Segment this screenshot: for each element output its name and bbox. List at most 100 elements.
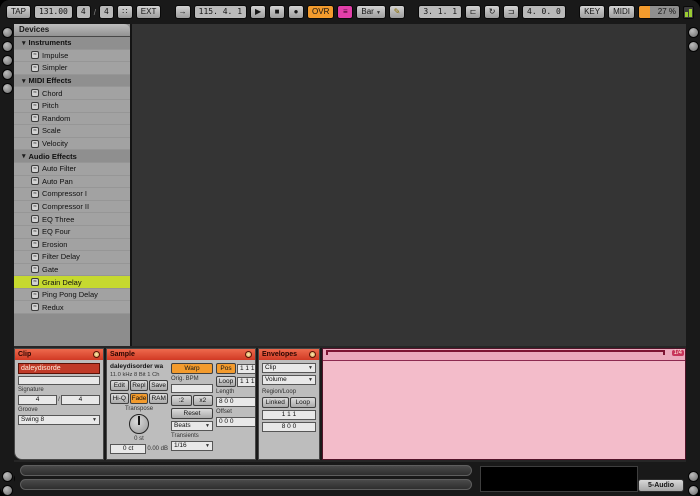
punch-in-button[interactable]: ⊏ [465,5,482,19]
loop-button[interactable]: Loop [216,376,236,387]
save-button[interactable]: Save [149,380,169,391]
warp-mode-select[interactable]: Beats ▼ [171,421,213,431]
time-sig-denominator[interactable]: 4 [98,5,114,19]
clip-sig-denominator[interactable]: 4 [60,395,101,405]
fold-panel-icon[interactable] [309,351,316,358]
double-bpm-button[interactable]: x2 [192,395,213,406]
fade-button[interactable]: Fade [129,393,149,404]
envelope-device-select[interactable]: Clip ▼ [262,363,316,373]
browser-item-simpler[interactable]: ≈ Simpler [14,62,130,75]
browser-files-3-button[interactable] [1,83,13,94]
browser-item-audio-effects[interactable]: ▾ Audio Effects [14,150,130,163]
browser-files-2-button[interactable] [1,69,13,80]
arrangement-position-display[interactable]: 115. 4. 1 [193,5,248,19]
envelope-loop-button[interactable]: Loop [289,397,316,408]
ext-sync-button[interactable]: EXT [135,5,162,19]
loop-switch-button[interactable]: ↻ [484,5,501,19]
clip-name-field[interactable]: daleydisorde [18,363,100,374]
browser-item-erosion[interactable]: ≈ Erosion [14,238,130,252]
info-view-button[interactable] [1,471,13,482]
groove-select[interactable]: Swing 8 ▼ [18,415,100,425]
waveform-display[interactable] [323,362,685,459]
quantization-menu[interactable]: Bar ▼ [356,5,386,19]
detail-view-button[interactable] [687,471,699,482]
browser-plugins-button[interactable] [1,41,13,52]
help-view-button[interactable] [1,485,13,496]
metronome-button[interactable]: ∷ [116,5,133,19]
browser-item-redux[interactable]: ≈ Redux [14,301,130,315]
sample-editor[interactable]: 1/4 [322,348,686,460]
browser-item-gate[interactable]: ≈ Gate [14,263,130,277]
loop-position-field[interactable]: 1 1 1 [237,363,255,374]
midi-map-button[interactable]: MIDI [608,5,635,19]
browser-item-filter-delay[interactable]: ≈ Filter Delay [14,251,130,264]
browser-header[interactable]: Devices [14,24,130,37]
browser-item-auto-filter[interactable]: ≈ Auto Filter [14,162,130,176]
record-button[interactable]: ● [288,5,305,19]
stop-button[interactable]: ■ [269,5,286,19]
loop-brace[interactable] [326,350,665,355]
browser-files-1-button[interactable] [1,55,13,66]
browser-item-instruments[interactable]: ▾ Instruments [14,37,130,50]
length-field[interactable]: 8 0 0 [216,397,255,407]
tempo-display[interactable]: 131.00 [33,5,73,19]
browser-item-midi-effects[interactable]: ▾ MIDI Effects [14,74,130,88]
hiq-button[interactable]: Hi-Q [110,393,129,404]
browser-item-grain-delay[interactable]: ≈ Grain Delay [14,276,130,289]
hide-detail-button[interactable] [687,485,699,496]
detail-view-tab[interactable]: 5-Audio [638,479,684,492]
browser-item-velocity[interactable]: ≈ Velocity [14,137,130,151]
nudge-forward-icon[interactable]: → [174,5,191,19]
browser-item-scale[interactable]: ≈ Scale [14,125,130,138]
tap-tempo-button[interactable]: TAP [6,5,31,19]
fold-panel-icon[interactable] [93,351,100,358]
browser-item-label: Scale [42,126,61,136]
arrangement-view-button[interactable] [687,41,699,52]
punch-out-button[interactable]: ⊐ [503,5,520,19]
key-map-button[interactable]: KEY [579,5,606,19]
browser-item-pitch[interactable]: ≈ Pitch [14,99,130,113]
loop-length-display[interactable]: 4. 0. 0 [522,5,566,19]
transpose-knob[interactable] [129,414,149,434]
beat-time-ruler[interactable]: 1/4 [323,349,685,361]
ram-button[interactable]: RAM [149,393,169,404]
browser-item-eq-four[interactable]: ≈ EQ Four [14,225,130,239]
transients-select[interactable]: 1/16 ▼ [171,441,213,451]
warp-button[interactable]: Warp [171,363,213,374]
browser-item-ping-pong-delay[interactable]: ≈ Ping Pong Delay [14,288,130,302]
detune-field[interactable]: 0 ct [110,444,147,454]
overdub-button[interactable]: OVR [307,5,335,19]
browser-item-compressor-ii[interactable]: ≈ Compressor II [14,200,130,214]
fold-panel-icon[interactable] [245,351,252,358]
play-button[interactable]: ▶ [250,5,267,19]
clip-sig-numerator[interactable]: 4 [18,395,58,405]
replace-button[interactable]: Repl [129,380,149,391]
loop-position-button[interactable]: Pos [216,363,236,374]
browser-item-impulse[interactable]: ≈ Impulse [14,49,130,63]
envelope-control-select[interactable]: Volume ▼ [262,375,316,385]
offset-field[interactable]: 0 0 0 [216,417,255,427]
back-to-arrangement-button[interactable]: ≡ [337,5,354,19]
draw-mode-button[interactable]: ✎ [389,5,405,19]
envelope-length-field[interactable]: 8 0 0 [262,422,316,432]
browser-item-eq-three[interactable]: ≈ EQ Three [14,213,130,226]
reset-button[interactable]: Reset [171,408,213,419]
orig-bpm-field[interactable] [171,384,213,393]
halve-bpm-button[interactable]: :2 [171,395,192,406]
envelope-start-field[interactable]: 1 1 1 [262,410,316,420]
browser-item-chord[interactable]: ≈ Chord [14,87,130,100]
loop-start-display[interactable]: 3. 1. 1 [418,5,463,19]
clip-overview[interactable] [480,466,638,492]
browser-item-random[interactable]: ≈ Random [14,112,130,126]
edit-button[interactable]: Edit [110,380,129,391]
loop-start-field[interactable]: 1 1 1 [237,376,255,387]
cpu-meter: 27 % [638,5,680,19]
time-sig-numerator[interactable]: 4 [75,5,91,19]
device-icon: ≈ [31,114,39,123]
linked-button[interactable]: Linked [262,397,289,408]
browser-devices-button[interactable] [1,27,13,38]
session-view-button[interactable] [687,27,699,38]
browser-item-auto-pan[interactable]: ≈ Auto Pan [14,175,130,189]
clip-color-field[interactable] [18,376,100,385]
browser-item-compressor-i[interactable]: ≈ Compressor I [14,188,130,201]
